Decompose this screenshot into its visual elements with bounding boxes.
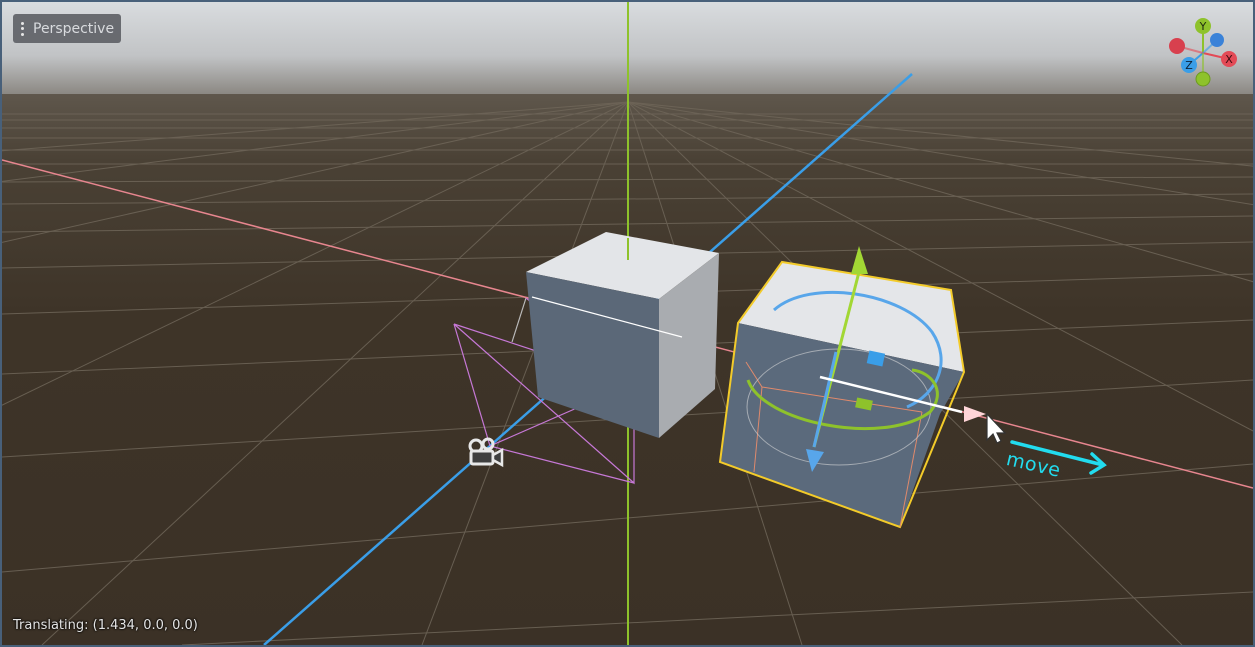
scene-canvas[interactable]: Y X Z: [2, 2, 1253, 645]
gizmo-y-label: Y: [1199, 20, 1207, 33]
view-menu-label: Perspective: [33, 20, 115, 37]
transform-status-text: Translating: (1.434, 0.0, 0.0): [13, 618, 198, 633]
gizmo-neg-y-handle[interactable]: [1195, 71, 1211, 87]
view-menu-button[interactable]: Perspective: [13, 14, 122, 43]
gizmo-neg-x-handle[interactable]: [1169, 38, 1185, 54]
gizmo-neg-z-handle[interactable]: [1210, 33, 1224, 47]
gizmo-x-label: X: [1225, 53, 1233, 66]
kebab-menu-icon: [21, 21, 24, 36]
3d-viewport[interactable]: Y X Z Perspective move Translating: (1.4…: [0, 0, 1255, 647]
gizmo-z-label: Z: [1185, 59, 1193, 72]
